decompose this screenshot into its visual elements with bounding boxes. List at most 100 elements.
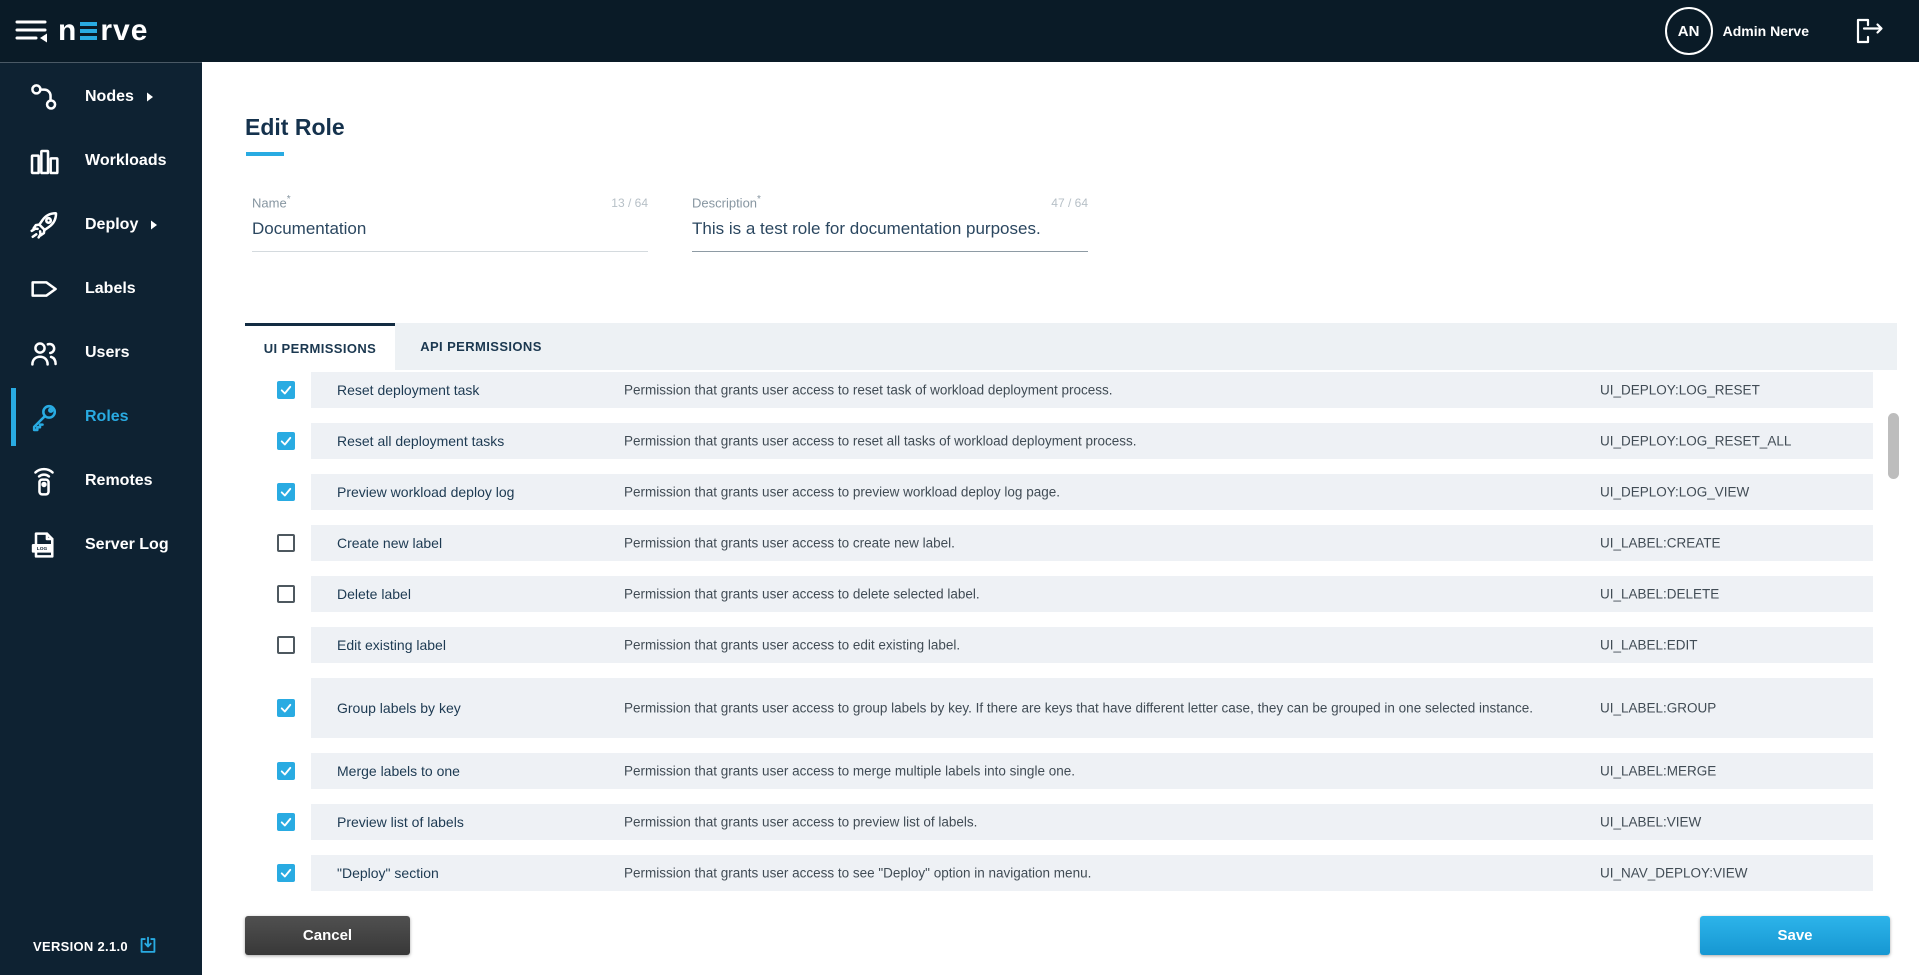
permission-row: Preview workload deploy log Permission t… <box>277 474 1873 510</box>
sidebar-item-remotes[interactable]: Remotes <box>0 449 202 513</box>
description-field: Description* 47 / 64 This is a test role… <box>692 188 1088 252</box>
sidebar-item-workloads[interactable]: Workloads <box>0 129 202 193</box>
permission-row: "Deploy" section Permission that grants … <box>277 855 1873 891</box>
title-underline <box>246 152 284 156</box>
sidebar-item-labels[interactable]: Labels <box>0 257 202 321</box>
tab-ui-permissions[interactable]: UI PERMISSIONS <box>245 323 395 370</box>
nodes-icon <box>26 79 62 115</box>
app-window: n rve AN Admin Nerve Nodes Workloads Dep… <box>0 0 1919 975</box>
permission-code: UI_DEPLOY:LOG_VIEW <box>1600 484 1750 500</box>
permission-checkbox[interactable] <box>277 762 295 780</box>
deploy-rocket-icon <box>26 207 62 243</box>
permissions-tabbar: UI PERMISSIONS API PERMISSIONS <box>245 323 1897 370</box>
description-label: Description* <box>692 193 761 210</box>
permission-description: Permission that grants user access to de… <box>624 586 980 602</box>
log-file-icon: LOG <box>26 527 62 563</box>
permission-row: Preview list of labels Permission that g… <box>277 804 1873 840</box>
description-char-counter: 47 / 64 <box>1051 196 1088 210</box>
permission-description: Permission that grants user access to gr… <box>624 700 1534 716</box>
permission-name: Reset all deployment tasks <box>337 433 505 449</box>
permission-code: UI_DEPLOY:LOG_RESET <box>1600 382 1760 398</box>
permission-code: UI_LABEL:VIEW <box>1600 814 1702 830</box>
table-scrollbar-thumb[interactable] <box>1888 413 1899 479</box>
name-char-counter: 13 / 64 <box>611 196 648 210</box>
tab-api-permissions[interactable]: API PERMISSIONS <box>395 323 567 370</box>
logout-icon[interactable] <box>1853 15 1885 47</box>
permission-checkbox[interactable] <box>277 381 295 399</box>
users-icon <box>26 335 62 371</box>
logo-text: rve <box>100 14 149 47</box>
page-title: Edit Role <box>245 114 345 140</box>
permission-name: Merge labels to one <box>337 763 460 779</box>
permission-description: Permission that grants user access to pr… <box>624 814 978 830</box>
permission-description: Permission that grants user access to re… <box>624 433 1137 449</box>
nerve-logo: n rve <box>58 0 148 62</box>
permission-row: Delete label Permission that grants user… <box>277 576 1873 612</box>
sidebar-item-deploy[interactable]: Deploy <box>0 193 202 257</box>
menu-collapse-icon[interactable] <box>14 15 50 47</box>
sidebar-nav: Nodes Workloads Deploy Labels Users Role… <box>0 63 202 577</box>
description-input[interactable]: This is a test role for documentation pu… <box>692 219 1088 243</box>
permission-code: UI_LABEL:GROUP <box>1600 700 1717 716</box>
topbar: n rve AN Admin Nerve <box>0 0 1919 62</box>
permission-description: Permission that grants user access to cr… <box>624 535 955 551</box>
permission-checkbox[interactable] <box>277 585 295 603</box>
permission-description: Permission that grants user access to re… <box>624 382 1113 398</box>
svg-text:LOG: LOG <box>37 546 48 552</box>
permission-checkbox[interactable] <box>277 636 295 654</box>
permission-checkbox[interactable] <box>277 534 295 552</box>
user-name: Admin Nerve <box>1722 23 1809 39</box>
name-label: Name* <box>252 193 291 210</box>
permission-checkbox[interactable] <box>277 864 295 882</box>
permission-checkbox[interactable] <box>277 483 295 501</box>
permission-code: UI_LABEL:MERGE <box>1600 763 1717 779</box>
version-text: VERSION 2.1.0 <box>33 939 128 954</box>
version-label: VERSION 2.1.0 <box>33 934 159 959</box>
download-icon[interactable] <box>137 934 159 959</box>
permission-row: Reset all deployment tasks Permission th… <box>277 423 1873 459</box>
chevron-right-icon <box>146 92 154 102</box>
logo-text: n <box>58 14 78 47</box>
permission-row: Create new label Permission that grants … <box>277 525 1873 561</box>
permission-description: Permission that grants user access to ed… <box>624 637 961 653</box>
permission-name: Group labels by key <box>337 700 461 716</box>
permission-code: UI_LABEL:DELETE <box>1600 586 1720 602</box>
sidebar-item-nodes[interactable]: Nodes <box>0 65 202 129</box>
permission-name: Reset deployment task <box>337 382 480 398</box>
permission-row: Merge labels to one Permission that gran… <box>277 753 1873 789</box>
name-input[interactable]: Documentation <box>252 219 648 243</box>
permission-checkbox[interactable] <box>277 699 295 717</box>
chevron-right-icon <box>150 220 158 230</box>
permissions-table: Reset deployment task Permission that gr… <box>277 372 1873 906</box>
permission-row: Reset deployment task Permission that gr… <box>277 372 1873 408</box>
permission-description: Permission that grants user access to se… <box>624 865 1092 881</box>
permission-description: Permission that grants user access to pr… <box>624 484 1060 500</box>
permission-name: Delete label <box>337 586 411 602</box>
permission-checkbox[interactable] <box>277 813 295 831</box>
permission-name: Preview workload deploy log <box>337 484 515 500</box>
permission-checkbox[interactable] <box>277 432 295 450</box>
permission-code: UI_LABEL:CREATE <box>1600 535 1721 551</box>
avatar[interactable]: AN <box>1664 7 1713 55</box>
permission-code: UI_LABEL:EDIT <box>1600 637 1698 653</box>
cancel-button[interactable]: Cancel <box>245 916 410 955</box>
workloads-icon <box>26 143 62 179</box>
label-tag-icon <box>26 271 62 307</box>
save-button[interactable]: Save <box>1700 916 1890 955</box>
avatar-initials: AN <box>1677 22 1700 40</box>
permission-name: Preview list of labels <box>337 814 464 830</box>
sidebar-item-server-log[interactable]: LOG Server Log <box>0 513 202 577</box>
sidebar-item-users[interactable]: Users <box>0 321 202 385</box>
permission-name: Create new label <box>337 535 443 551</box>
key-icon <box>26 399 62 435</box>
sidebar: Nodes Workloads Deploy Labels Users Role… <box>0 62 202 975</box>
permission-row: Group labels by key Permission that gran… <box>277 678 1873 738</box>
permission-row: Edit existing label Permission that gran… <box>277 627 1873 663</box>
permission-code: UI_DEPLOY:LOG_RESET_ALL <box>1600 433 1792 449</box>
permission-code: UI_NAV_DEPLOY:VIEW <box>1600 865 1748 881</box>
logo-bars-icon <box>80 22 98 40</box>
sidebar-item-roles[interactable]: Roles <box>0 385 202 449</box>
permission-name: "Deploy" section <box>337 865 439 881</box>
permission-description: Permission that grants user access to me… <box>624 763 1075 779</box>
permission-name: Edit existing label <box>337 637 446 653</box>
